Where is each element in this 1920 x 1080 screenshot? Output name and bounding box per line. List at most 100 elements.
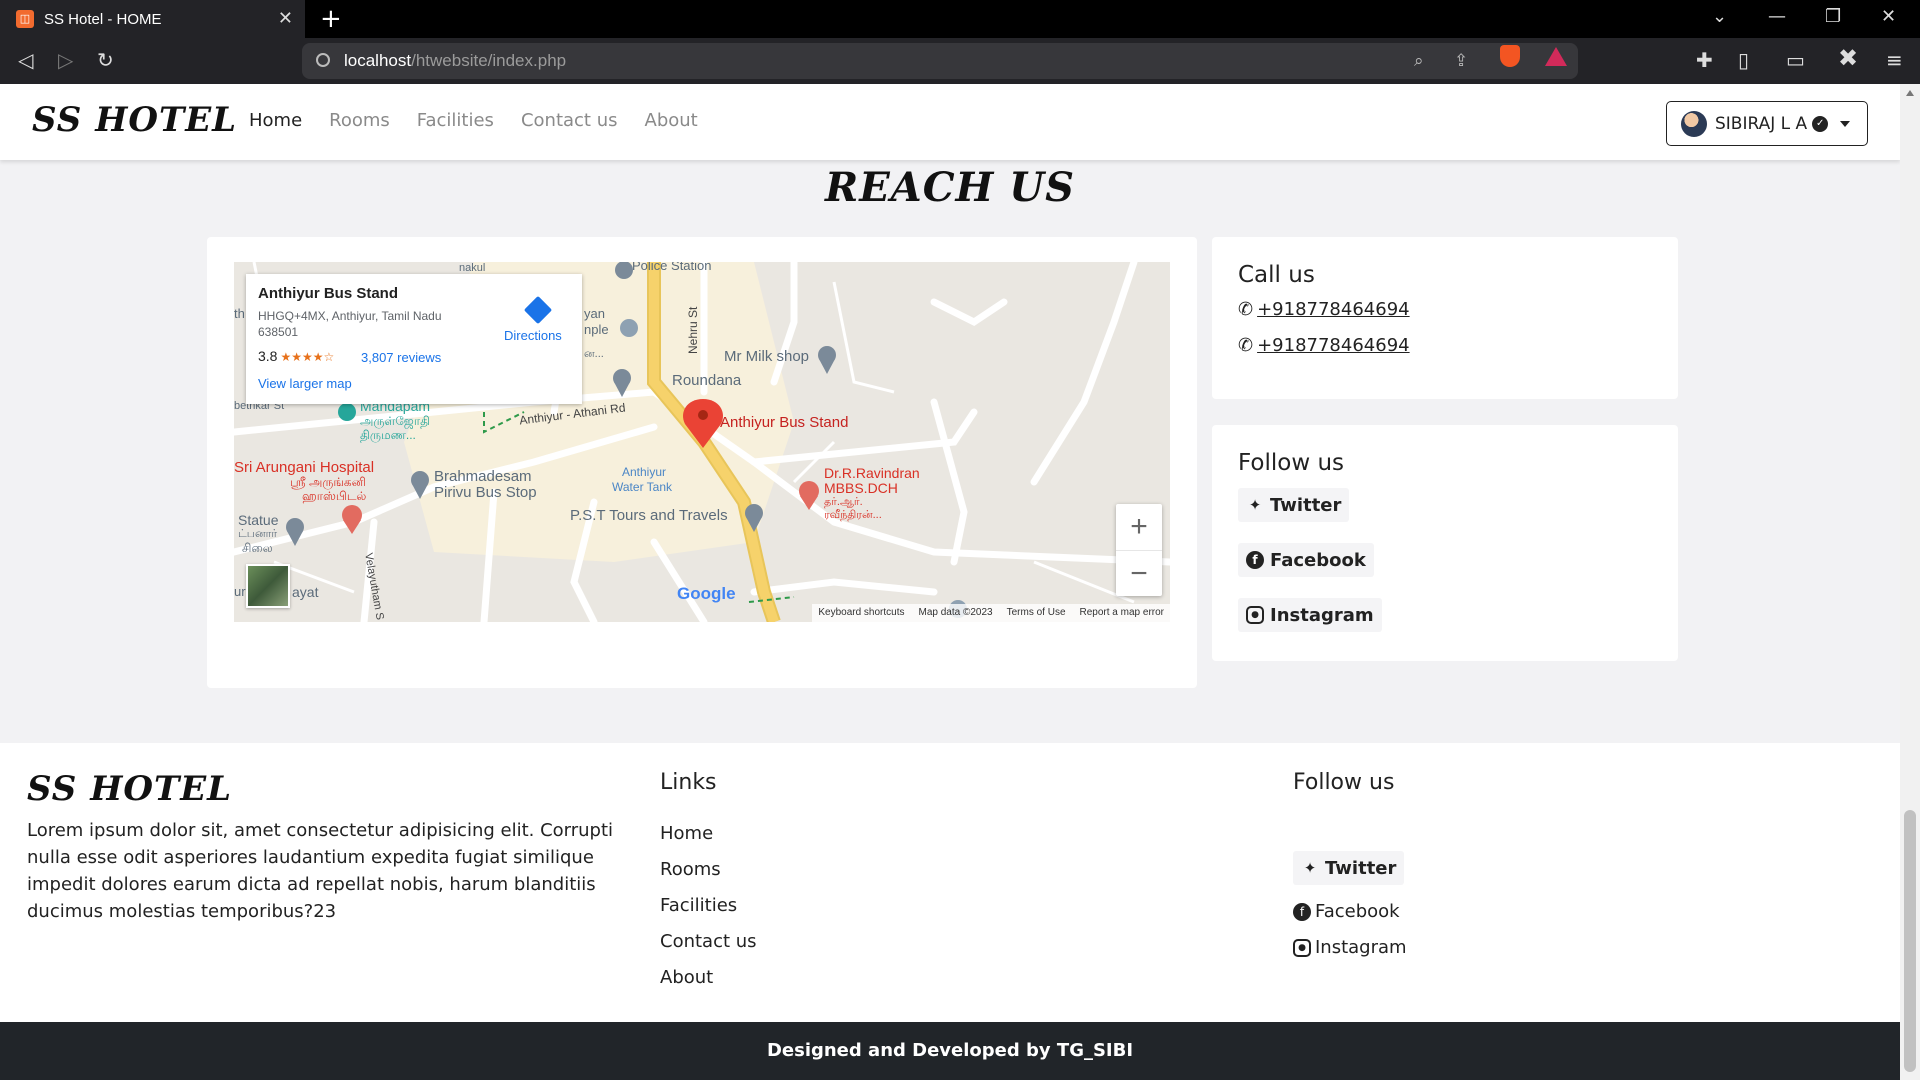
place-info-card: Anthiyur Bus Stand HHGQ+4MX, Anthiyur, T… [246, 274, 582, 404]
footer-link-contact[interactable]: Contact us [660, 931, 757, 952]
footer-twitter-link[interactable]: ✦ Twitter [1293, 851, 1405, 885]
map-label: nple [584, 322, 609, 337]
footer-instagram-link[interactable]: ● Instagram [1293, 937, 1407, 958]
instagram-link[interactable]: ● Instagram [1238, 598, 1382, 632]
zoom-icon[interactable]: ⌕ [1414, 51, 1424, 71]
call-us-card: Call us ✆ +918778464694 ✆ +918778464694 [1212, 237, 1678, 399]
phone-link[interactable]: ✆ +918778464694 [1238, 335, 1410, 356]
site-info-icon[interactable] [316, 53, 330, 67]
brave-rewards-icon[interactable] [1545, 47, 1567, 66]
map-label: Velayutham S [362, 552, 386, 621]
site-brand[interactable]: SS HOTEL [32, 100, 237, 140]
google-map[interactable]: Police Station nakul yan nple ன... th be… [234, 262, 1170, 622]
satellite-toggle[interactable] [246, 564, 290, 608]
map-label: MBBS.DCH [824, 480, 898, 496]
page-scrollbar[interactable] [1900, 84, 1920, 1080]
map-label: th [234, 306, 245, 321]
address-bar[interactable]: localhost/htwebsite/index.php ⌕ ⇪ [302, 43, 1578, 79]
tab-title: SS Hotel - HOME [44, 10, 162, 28]
tab-list-chevron-icon[interactable]: ⌄ [1712, 6, 1727, 27]
map-label: Sri Arungani Hospital [234, 459, 375, 476]
nav-item-contact[interactable]: Contact us [521, 110, 618, 131]
verified-icon: ✓ [1812, 115, 1829, 132]
forward-icon[interactable]: ▷ [58, 48, 73, 72]
avatar [1681, 110, 1707, 137]
twitter-icon: ✦ [1248, 496, 1262, 514]
keyboard-shortcuts-link[interactable]: Keyboard shortcuts [818, 604, 904, 622]
phone-link[interactable]: ✆ +918778464694 [1238, 299, 1410, 320]
instagram-icon: ● [1246, 606, 1264, 624]
footer-description: Lorem ipsum dolor sit, amet consectetur … [27, 820, 614, 922]
report-error-link[interactable]: Report a map error [1080, 604, 1164, 622]
scrollbar-thumb[interactable] [1904, 810, 1916, 1072]
map-label: nakul [459, 262, 486, 274]
view-larger-map-link[interactable]: View larger map [258, 376, 352, 391]
nav-item-facilities[interactable]: Facilities [417, 110, 494, 131]
map-label: Water Tank [612, 480, 673, 494]
map-label: Brahmadesam [434, 468, 532, 485]
browser-tab[interactable]: ◫ SS Hotel - HOME ✕ [0, 0, 305, 38]
footer-link-home[interactable]: Home [660, 823, 713, 844]
site-navbar: SS HOTEL Home Rooms Facilities Contact u… [0, 84, 1900, 160]
map-label: ayat [292, 584, 319, 600]
facebook-link[interactable]: f Facebook [1238, 543, 1374, 577]
minimize-window-icon[interactable]: — [1768, 6, 1786, 27]
new-tab-icon[interactable]: + [320, 4, 342, 34]
restore-window-icon[interactable]: ❐ [1825, 6, 1841, 27]
wallet-icon[interactable]: ▭ [1786, 48, 1805, 72]
google-logo: Google [677, 584, 736, 603]
reviews-link[interactable]: 3,807 reviews [361, 350, 441, 365]
nav-item-about[interactable]: About [645, 110, 698, 131]
page-content: SS HOTEL Home Rooms Facilities Contact u… [0, 84, 1900, 1080]
zoom-in-button[interactable]: + [1116, 504, 1162, 550]
directions-icon[interactable] [523, 295, 553, 325]
footer-link-rooms[interactable]: Rooms [660, 859, 721, 880]
map-label: ur [234, 584, 246, 599]
map-label: Pirivu Bus Stop [434, 484, 537, 501]
footer-facebook-link[interactable]: f Facebook [1293, 901, 1400, 922]
footer-brand: SS HOTEL [27, 769, 233, 809]
facebook-icon: f [1246, 551, 1264, 569]
reload-icon[interactable]: ↻ [97, 48, 114, 72]
nav-item-rooms[interactable]: Rooms [329, 110, 390, 131]
map-label: சிலை [242, 541, 273, 555]
share-icon[interactable]: ⇪ [1454, 51, 1468, 71]
user-menu-button[interactable]: SIBIRAJ L A ✓ [1666, 101, 1868, 146]
map-label: Mr Milk shop [724, 348, 810, 365]
url-text[interactable]: localhost/htwebsite/index.php [344, 51, 566, 71]
sidebar-icon[interactable]: ▯ [1738, 48, 1749, 72]
menu-icon[interactable]: ≡ [1886, 48, 1903, 72]
nav-item-home[interactable]: Home [249, 110, 302, 131]
place-rating: 3.8 ★★★★☆ [258, 348, 335, 364]
extension-x-icon[interactable]: ✖ [1838, 44, 1858, 72]
map-label: P.S.T Tours and Travels [570, 507, 728, 524]
user-name: SIBIRAJ L A [1715, 113, 1808, 134]
phone-icon: ✆ [1238, 299, 1254, 320]
stars-icon: ★★★★☆ [280, 350, 335, 364]
close-tab-icon[interactable]: ✕ [278, 8, 293, 29]
directions-link[interactable]: Directions [504, 328, 562, 343]
chevron-down-icon [1840, 120, 1851, 127]
terms-link[interactable]: Terms of Use [1007, 604, 1066, 622]
map-label: ட்பனார் [238, 528, 278, 540]
twitter-icon: ✦ [1303, 859, 1317, 877]
footer-link-about[interactable]: About [660, 967, 713, 988]
map-label: Anthiyur Bus Stand [720, 414, 849, 431]
map-label: திருமண... [360, 428, 416, 442]
scroll-up-icon[interactable] [1906, 90, 1914, 96]
map-label: ஹாஸ்பிடல் [302, 489, 367, 503]
nav-menu: Home Rooms Facilities Contact us About [249, 110, 698, 131]
footer-link-facilities[interactable]: Facilities [660, 895, 737, 916]
follow-us-card: Follow us ✦ Twitter f Facebook ● Instagram [1212, 425, 1678, 661]
map-label: ரவீந்திரன்... [824, 509, 882, 521]
extensions-icon[interactable]: ✚ [1696, 48, 1713, 72]
close-window-icon[interactable]: ✕ [1881, 6, 1896, 27]
browser-toolbar: ◁ ▷ ↻ localhost/htwebsite/index.php ⌕ ⇪ … [0, 38, 1920, 84]
place-name: Anthiyur Bus Stand [258, 285, 399, 302]
map-label: Roundana [672, 372, 742, 389]
twitter-link[interactable]: ✦ Twitter [1238, 488, 1350, 522]
brave-shields-icon[interactable] [1500, 45, 1520, 67]
map-label: Statue [238, 512, 279, 528]
back-icon[interactable]: ◁ [18, 48, 33, 72]
zoom-out-button[interactable]: − [1116, 550, 1162, 596]
